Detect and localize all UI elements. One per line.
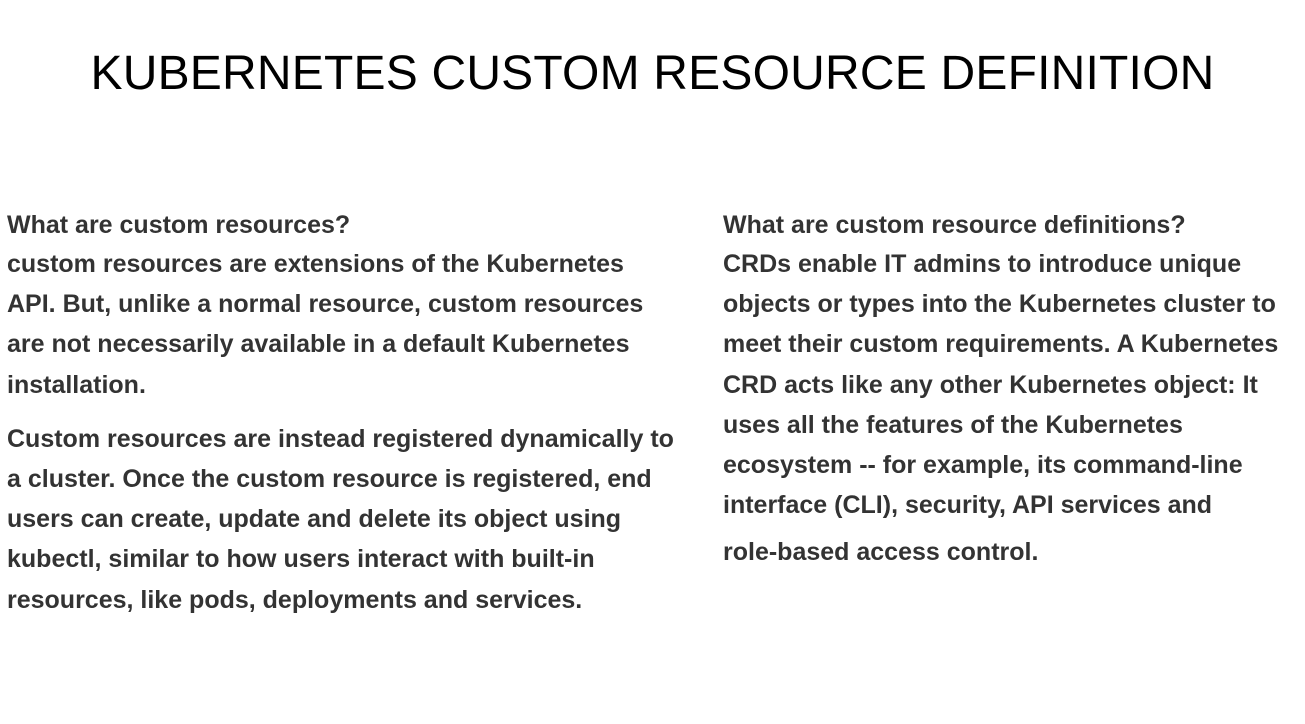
right-column: What are custom resource definitions? CR…: [723, 210, 1301, 572]
slide-title: KUBERNETES CUSTOM RESOURCE DEFINITION: [90, 47, 1215, 100]
slide: KUBERNETES CUSTOM RESOURCE DEFINITION Wh…: [0, 0, 1305, 724]
right-paragraph-trailing: role-based access control.: [723, 538, 1039, 567]
left-paragraph-1: custom resources are extensions of the K…: [7, 250, 644, 399]
right-paragraph: CRDs enable IT admins to introduce uniqu…: [723, 250, 1279, 520]
left-column: What are custom resources? custom resour…: [7, 210, 677, 620]
left-heading: What are custom resources?: [7, 211, 351, 239]
left-paragraph-2: Custom resources are instead registered …: [7, 424, 674, 614]
right-heading: What are custom resource definitions?: [723, 211, 1186, 239]
